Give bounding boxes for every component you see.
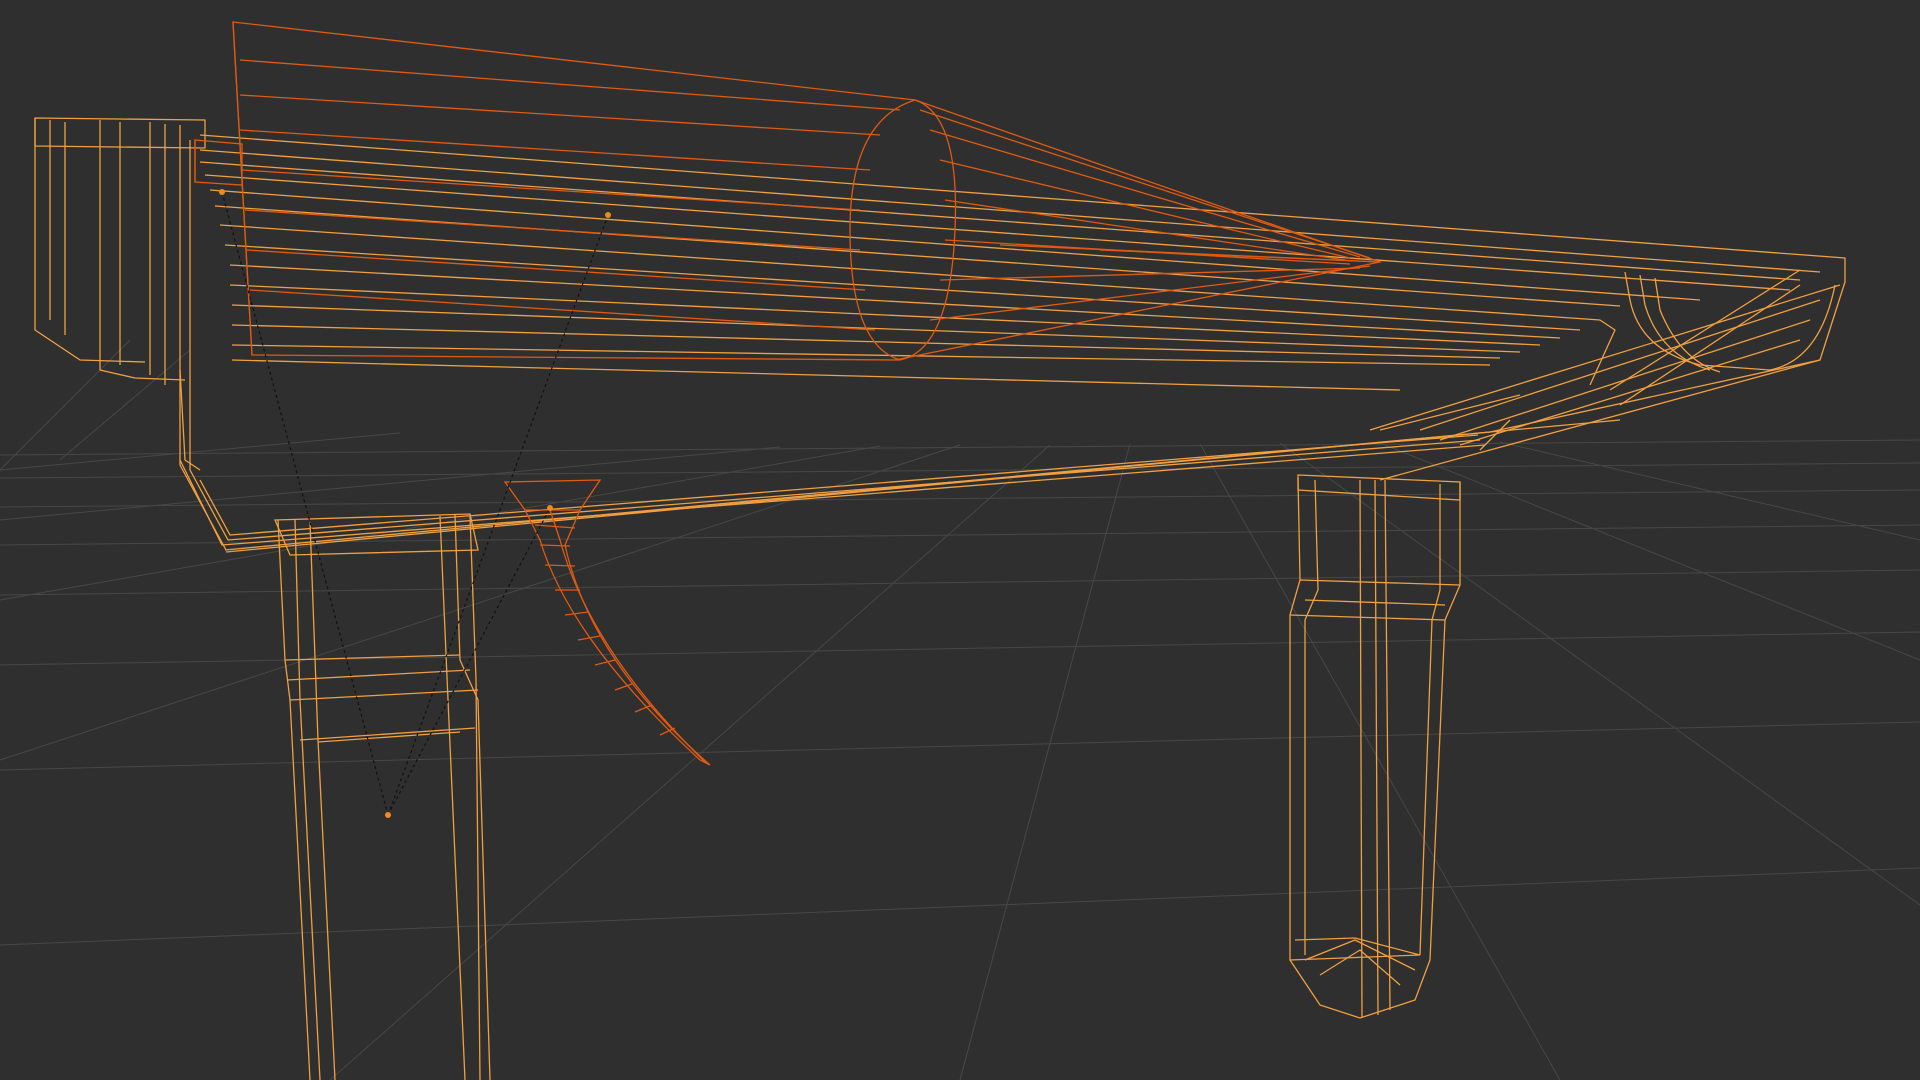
viewport-scene[interactable] <box>0 0 1920 1080</box>
origin-point <box>547 505 553 511</box>
wire-right-leg[interactable] <box>1289 474 1461 1019</box>
floor-grid <box>0 339 1920 1080</box>
wire-left-leg[interactable] <box>274 513 491 1080</box>
wire-barrel-shroud[interactable] <box>194 21 1383 361</box>
wire-table-top[interactable] <box>34 117 1846 553</box>
3d-viewport[interactable] <box>0 0 1920 1080</box>
origin-point <box>219 189 225 195</box>
origin-point <box>385 812 391 818</box>
origin-point <box>605 212 611 218</box>
